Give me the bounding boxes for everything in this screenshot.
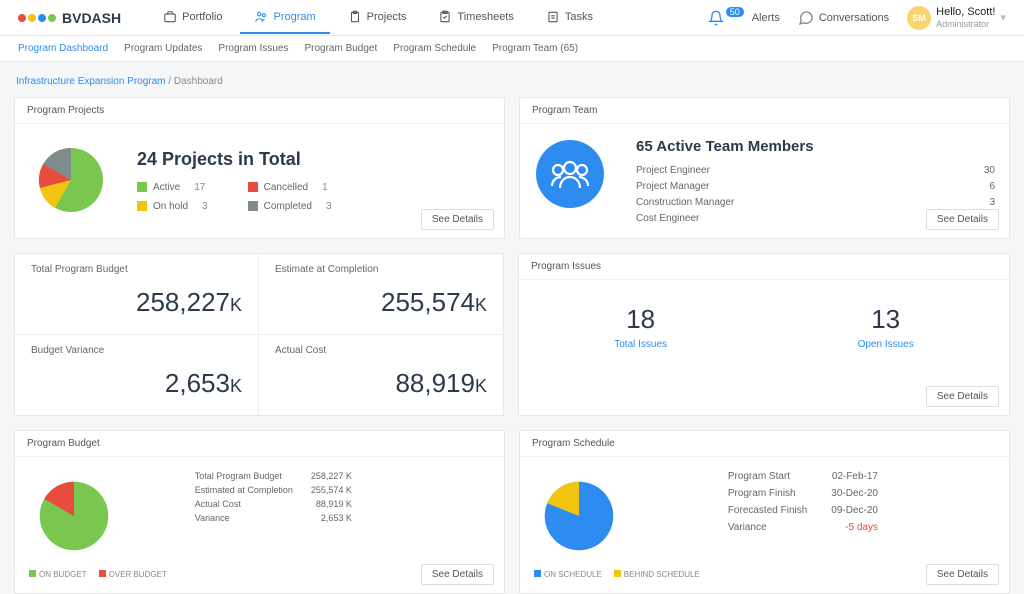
breadcrumb-link[interactable]: Infrastructure Expansion Program — [16, 76, 166, 87]
time-icon — [438, 10, 452, 24]
card-title: Program Budget — [15, 431, 504, 457]
schedule-row: Program Finish30-Dec-20 — [728, 488, 878, 499]
nav-portfolio[interactable]: Portfolio — [149, 2, 236, 34]
avatar: SM — [907, 6, 931, 30]
alerts-button[interactable]: 50 Alerts — [708, 10, 780, 26]
schedule-row: Program Start02-Feb-17 — [728, 471, 878, 482]
see-details-button[interactable]: See Details — [421, 564, 494, 585]
tasks-icon — [546, 10, 560, 24]
sub-nav: Program Dashboard Program Updates Program … — [0, 36, 1024, 62]
subnav-item[interactable]: Program Team (65) — [492, 43, 578, 54]
brand-logo[interactable]: BVDASH — [18, 10, 121, 26]
nav-tasks[interactable]: Tasks — [532, 2, 607, 34]
chevron-down-icon: ▾ — [1000, 11, 1006, 24]
legend-on-schedule: ON SCHEDULE — [544, 570, 602, 579]
subnav-item[interactable]: Program Issues — [218, 43, 288, 54]
stat-cell: Budget Variance2,653K — [15, 335, 259, 415]
nav-projects[interactable]: Projects — [334, 2, 421, 34]
projects-headline: 24 Projects in Total — [137, 149, 490, 170]
budget-row: Variance2,653 K — [195, 513, 352, 523]
main-nav: PortfolioProgramProjectsTimesheetsTasks — [149, 2, 607, 34]
card-program-schedule: Program Schedule ON SCHEDULE BEHIND SCHE… — [519, 430, 1010, 594]
subnav-item[interactable]: Program Updates — [124, 43, 202, 54]
legend-item: On hold3 — [137, 201, 208, 212]
top-navbar: BVDASH PortfolioProgramProjectsTimesheet… — [0, 0, 1024, 36]
total-issues-label[interactable]: Total Issues — [614, 339, 667, 350]
legend-item: Completed3 — [248, 201, 332, 212]
conversations-button[interactable]: Conversations — [798, 10, 889, 26]
schedule-row: Forecasted Finish09-Dec-20 — [728, 505, 878, 516]
card-title: Program Issues — [519, 254, 1009, 280]
user-greeting: Hello, Scott! — [936, 6, 995, 19]
team-role-row: Project Manager6 — [636, 181, 995, 192]
legend-on-budget: ON BUDGET — [39, 570, 87, 579]
see-details-button[interactable]: See Details — [926, 564, 999, 585]
open-issues-count: 13 — [858, 304, 914, 335]
see-details-button[interactable]: See Details — [421, 209, 494, 230]
logo-icon — [18, 14, 56, 22]
user-menu[interactable]: SM Hello, Scott! Administrator ▾ — [907, 6, 1006, 30]
schedule-pie-icon — [534, 471, 624, 561]
breadcrumb-tail: / Dashboard — [166, 76, 223, 87]
conversations-label: Conversations — [819, 12, 889, 24]
team-role-row: Construction Manager3 — [636, 197, 995, 208]
alerts-label: Alerts — [752, 12, 780, 24]
see-details-button[interactable]: See Details — [926, 386, 999, 407]
card-program-budget: Program Budget ON BUDGET OVER BUDGET Tot… — [14, 430, 505, 594]
projects-pie-icon — [29, 138, 113, 222]
budget-row: Actual Cost88,919 K — [195, 499, 352, 509]
budget-pie-icon — [29, 471, 119, 561]
user-role: Administrator — [936, 19, 995, 30]
stat-cell: Estimate at Completion255,574K — [259, 254, 503, 335]
nav-timesheets[interactable]: Timesheets — [424, 2, 527, 34]
team-role-row: Project Engineer30 — [636, 165, 995, 176]
clipboard-icon — [348, 10, 362, 24]
open-issues-label[interactable]: Open Issues — [858, 339, 914, 350]
subnav-item[interactable]: Program Schedule — [393, 43, 476, 54]
schedule-row: Variance-5 days — [728, 522, 878, 533]
card-program-issues: Program Issues 18 Total Issues 13 Open I… — [518, 253, 1010, 416]
bell-icon — [708, 10, 724, 26]
card-title: Program Projects — [15, 98, 504, 124]
chat-icon — [798, 10, 814, 26]
alerts-badge: 50 — [726, 7, 744, 17]
card-title: Program Team — [520, 98, 1009, 124]
subnav-item[interactable]: Program Budget — [304, 43, 377, 54]
card-title: Program Schedule — [520, 431, 1009, 457]
team-icon — [534, 138, 606, 210]
budget-row: Total Program Budget258,227 K — [195, 471, 352, 481]
people-icon — [254, 10, 268, 24]
legend-behind-schedule: BEHIND SCHEDULE — [624, 570, 700, 579]
legend-item: Cancelled1 — [248, 182, 332, 193]
card-program-team: Program Team 65 Active Team Members Proj… — [519, 97, 1010, 239]
briefcase-icon — [163, 10, 177, 24]
team-headline: 65 Active Team Members — [636, 138, 995, 155]
subnav-item[interactable]: Program Dashboard — [18, 43, 108, 54]
brand-text: BVDASH — [62, 10, 121, 26]
nav-program[interactable]: Program — [240, 2, 329, 34]
budget-stats-grid: Total Program Budget258,227KEstimate at … — [14, 253, 504, 416]
breadcrumb: Infrastructure Expansion Program / Dashb… — [14, 72, 1010, 97]
see-details-button[interactable]: See Details — [926, 209, 999, 230]
total-issues-count: 18 — [614, 304, 667, 335]
card-program-projects: Program Projects 24 Projects in Total Ac… — [14, 97, 505, 239]
legend-item: Active17 — [137, 182, 208, 193]
stat-cell: Total Program Budget258,227K — [15, 254, 259, 335]
legend-over-budget: OVER BUDGET — [109, 570, 167, 579]
stat-cell: Actual Cost88,919K — [259, 335, 503, 415]
budget-row: Estimated at Completion255,574 K — [195, 485, 352, 495]
